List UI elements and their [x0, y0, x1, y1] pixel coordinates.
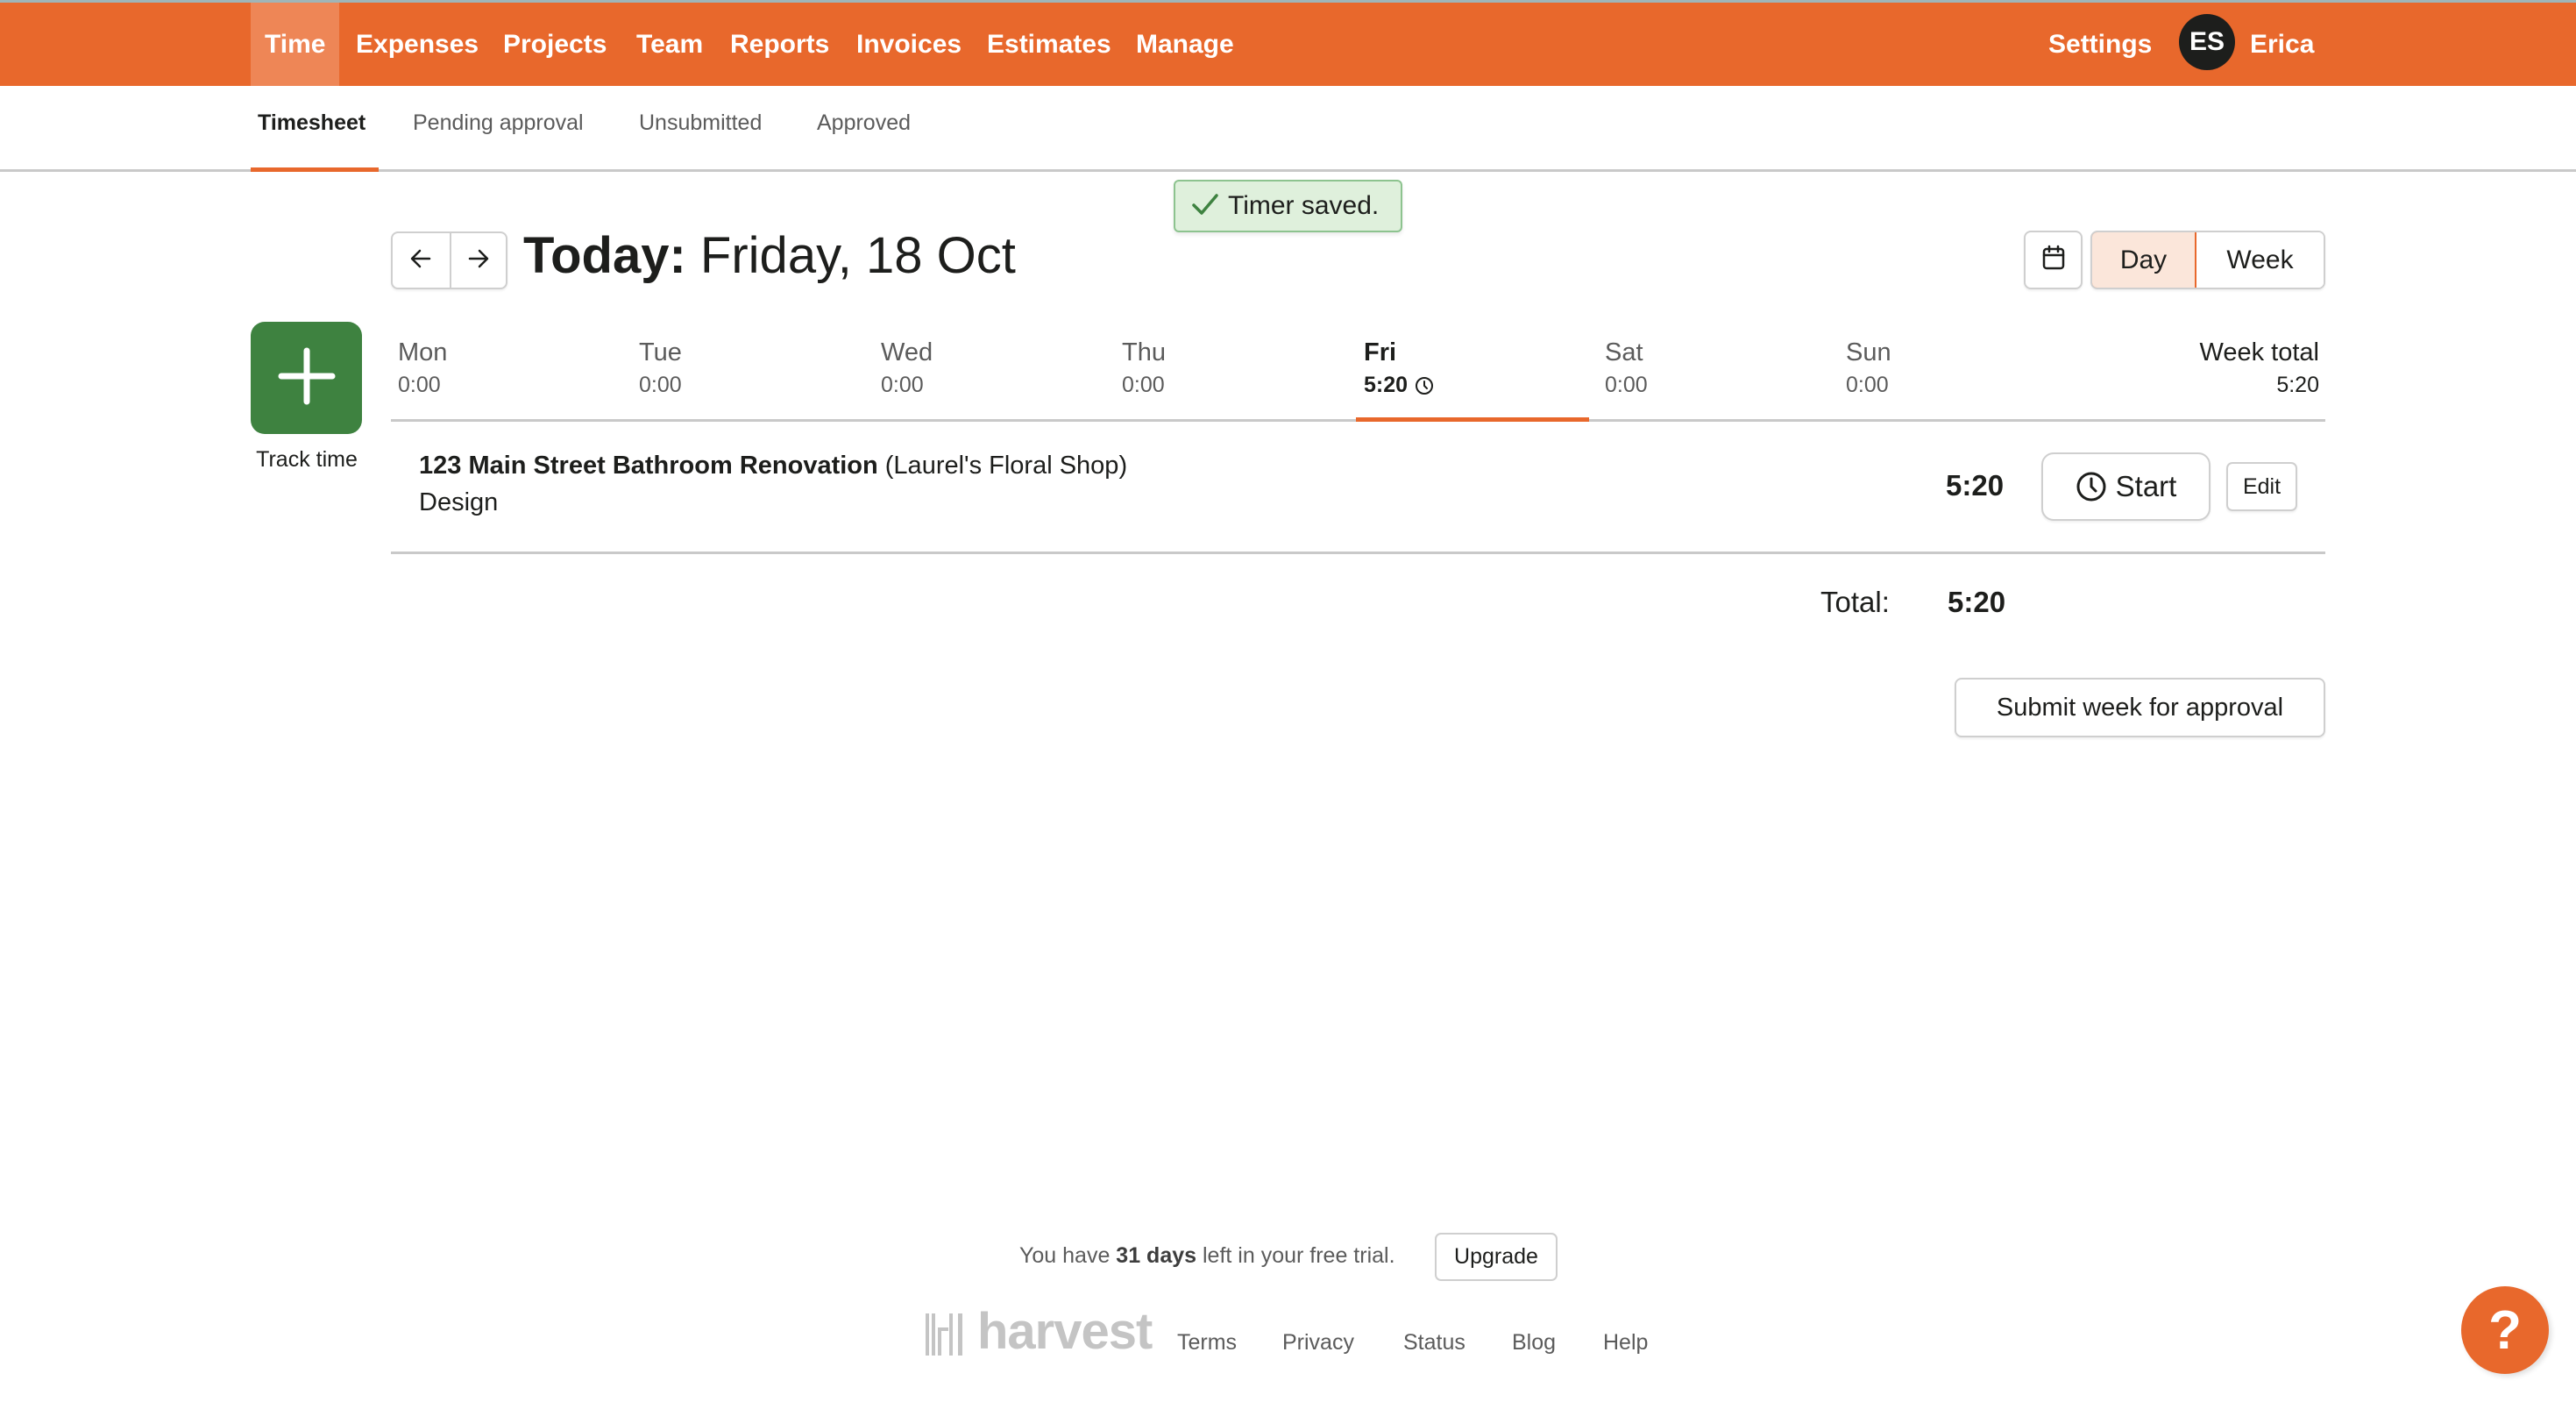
user-menu[interactable]: Erica — [2250, 3, 2314, 86]
week-total-hours: 5:20 — [2276, 373, 2319, 397]
project-name: 123 Main Street Bathroom Renovation — [419, 452, 878, 480]
entry-task: Design — [419, 488, 499, 516]
day-tab-fri[interactable]: Fri 5:20 — [1364, 338, 1434, 398]
trial-prefix: You have — [1019, 1243, 1117, 1268]
active-day-indicator — [1356, 417, 1589, 422]
active-tab-indicator — [251, 167, 379, 172]
previous-day-button[interactable] — [393, 233, 450, 288]
tab-pending-approval[interactable]: Pending approval — [413, 110, 584, 136]
view-day-button[interactable]: Day — [2092, 232, 2196, 288]
entry-divider — [391, 552, 2325, 554]
toast-timer-saved: Timer saved. — [1174, 180, 1402, 232]
avatar[interactable]: ES — [2179, 14, 2235, 70]
start-timer-button[interactable]: Start — [2041, 452, 2211, 521]
day-hours: 5:20 — [1364, 373, 1409, 397]
nav-estimates[interactable]: Estimates — [973, 3, 1125, 86]
day-tab-tue[interactable]: Tue 0:00 — [639, 338, 682, 398]
nav-expenses[interactable]: Expenses — [342, 3, 493, 86]
day-name: Sat — [1605, 338, 1643, 367]
track-time-button[interactable] — [251, 322, 362, 434]
day-name: Mon — [398, 338, 448, 367]
nav-team[interactable]: Team — [622, 3, 717, 86]
title-date: Friday, 18 Oct — [685, 227, 1016, 284]
toast-message: Timer saved. — [1228, 191, 1380, 220]
trial-suffix: left in your free trial. — [1196, 1243, 1395, 1268]
day-hours: 0:00 — [639, 373, 682, 397]
day-name: Wed — [881, 338, 933, 367]
day-hours: 0:00 — [881, 373, 924, 397]
arrow-right-icon — [467, 248, 490, 274]
page-title: Today: Friday, 18 Oct — [523, 226, 1016, 285]
plus-icon — [278, 347, 336, 409]
view-week-button[interactable]: Week — [2196, 232, 2324, 288]
day-name: Sun — [1846, 338, 1891, 367]
day-name: Thu — [1122, 338, 1166, 367]
week-total-label: Week total — [2199, 338, 2319, 367]
footer-link-blog[interactable]: Blog — [1512, 1330, 1556, 1356]
arrow-left-icon — [409, 248, 432, 274]
start-label: Start — [2115, 470, 2177, 502]
tab-approved[interactable]: Approved — [817, 110, 911, 136]
harvest-logo[interactable]: harvest — [925, 1303, 1153, 1360]
next-day-button[interactable] — [449, 233, 507, 288]
tab-timesheet[interactable]: Timesheet — [258, 110, 365, 136]
track-time-label: Track time — [256, 447, 358, 472]
settings-link[interactable]: Settings — [2048, 3, 2152, 86]
subnav-divider — [0, 169, 2576, 172]
check-icon — [1191, 192, 1219, 221]
nav-manage[interactable]: Manage — [1122, 3, 1248, 86]
day-tab-sat[interactable]: Sat 0:00 — [1605, 338, 1648, 398]
trial-notice: You have 31 days left in your free trial… — [1019, 1243, 1395, 1269]
day-hours: 0:00 — [1122, 373, 1165, 397]
entry-hours: 5:20 — [1946, 469, 2005, 502]
title-prefix: Today: — [523, 227, 686, 284]
footer-link-terms[interactable]: Terms — [1177, 1330, 1237, 1356]
upgrade-button[interactable]: Upgrade — [1435, 1233, 1558, 1281]
week-total: Week total 5:20 — [2200, 338, 2319, 398]
total-hours: 5:20 — [1948, 586, 2006, 618]
main-nav: Time Expenses Projects Team Reports Invo… — [0, 3, 2576, 86]
client-name: (Laurel's Floral Shop) — [877, 452, 1128, 480]
clock-icon — [2076, 471, 2107, 502]
trial-days: 31 days — [1116, 1243, 1197, 1268]
day-name: Fri — [1364, 338, 1397, 367]
submit-week-button[interactable]: Submit week for approval — [1955, 678, 2325, 737]
nav-reports[interactable]: Reports — [716, 3, 843, 86]
date-nav-group — [391, 231, 507, 289]
question-mark-icon: ? — [2488, 1299, 2522, 1361]
day-tab-thu[interactable]: Thu 0:00 — [1122, 338, 1166, 398]
harvest-logo-icon — [925, 1313, 965, 1356]
nav-invoices[interactable]: Invoices — [842, 3, 976, 86]
day-hours: 0:00 — [398, 373, 441, 397]
day-tab-mon[interactable]: Mon 0:00 — [398, 338, 447, 398]
clock-icon — [1415, 376, 1434, 395]
nav-time[interactable]: Time — [251, 3, 340, 86]
entry-project: 123 Main Street Bathroom Renovation (Lau… — [419, 452, 1127, 480]
tab-unsubmitted[interactable]: Unsubmitted — [639, 110, 762, 136]
view-toggle: Day Week — [2090, 231, 2325, 289]
edit-entry-button[interactable]: Edit — [2226, 462, 2297, 511]
harvest-logo-text: harvest — [977, 1303, 1153, 1360]
calendar-button[interactable] — [2024, 231, 2083, 289]
day-hours: 0:00 — [1605, 373, 1648, 397]
day-hours: 0:00 — [1846, 373, 1889, 397]
nav-projects[interactable]: Projects — [489, 3, 621, 86]
footer-link-privacy[interactable]: Privacy — [1282, 1330, 1354, 1356]
total-label: Total: — [1820, 586, 1890, 618]
day-tab-sun[interactable]: Sun 0:00 — [1846, 338, 1891, 398]
day-name: Tue — [639, 338, 682, 367]
calendar-icon — [2041, 245, 2066, 275]
footer-link-status[interactable]: Status — [1403, 1330, 1465, 1356]
day-tab-wed[interactable]: Wed 0:00 — [881, 338, 933, 398]
day-hours-row: 5:20 — [1364, 373, 1434, 398]
footer-link-help[interactable]: Help — [1603, 1330, 1648, 1356]
help-button[interactable]: ? — [2461, 1286, 2549, 1374]
